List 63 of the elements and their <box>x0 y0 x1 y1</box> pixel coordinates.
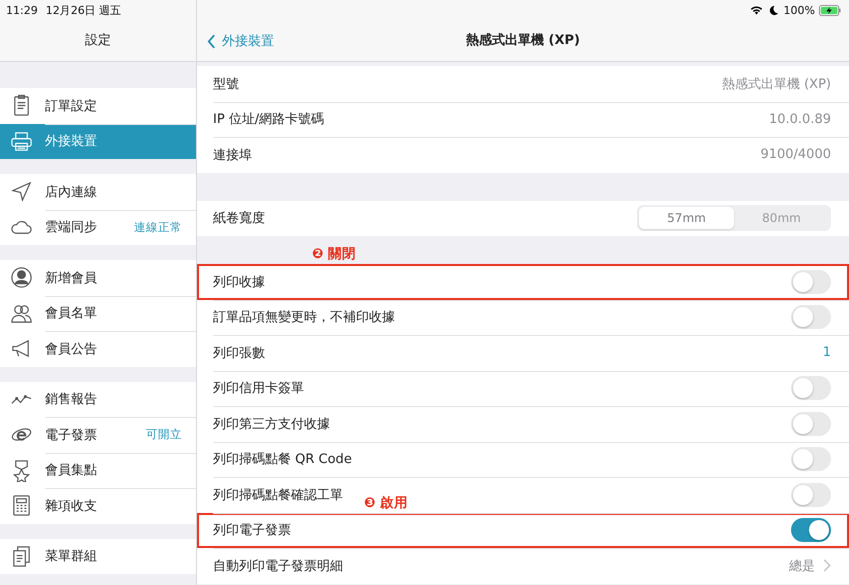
sidebar-item[interactable]: 會員名單 <box>0 296 196 331</box>
sidebar-item[interactable]: 雜項收支 <box>0 488 196 524</box>
setting-value: 熱感式出單機 (XP) <box>722 76 831 93</box>
toggle-switch[interactable] <box>791 270 831 294</box>
setting-label: 列印掃碼點餐 QR Code <box>213 451 352 468</box>
annotation-label: ❷ 關閉 <box>312 245 356 264</box>
status-time: 11:29 <box>6 4 38 16</box>
sidebar-item-label: 店內連線 <box>45 184 98 201</box>
sidebar-item-label: 會員集點 <box>45 462 98 480</box>
sidebar-item[interactable]: 電子發票 可開立 <box>0 417 196 452</box>
setting-label: 列印掃碼點餐確認工單 <box>213 486 343 504</box>
wifi-icon <box>750 4 763 16</box>
battery-percent: 100% <box>784 4 815 16</box>
sidebar-item-label: 會員公告 <box>45 340 98 358</box>
sidebar-item[interactable]: 銷售報告 <box>0 382 196 417</box>
sidebar-item-label: 銷售報告 <box>45 391 98 408</box>
setting-label: 列印信用卡簽單 <box>213 380 304 398</box>
setting-label: 列印電子發票 <box>213 522 291 540</box>
setting-value: 10.0.0.89 <box>768 112 831 127</box>
toggle-switch[interactable] <box>791 412 831 436</box>
sidebar-item[interactable]: 雲端同步 連線正常 <box>0 210 196 245</box>
sidebar-item-label: 雜項收支 <box>45 498 98 515</box>
setting-label: 紙卷寬度 <box>213 210 265 228</box>
sidebar-item-label: 訂單設定 <box>45 98 98 115</box>
status-date: 12月26日 週五 <box>46 2 122 18</box>
sidebar-item[interactable]: 會員公告 <box>0 331 196 366</box>
setting-label: 列印收據 <box>213 274 265 291</box>
setting-label: 列印第三方支付收據 <box>213 416 330 433</box>
sidebar-item[interactable]: 新增會員 <box>0 260 196 296</box>
sidebar-item-label: 外接裝置 <box>45 133 98 150</box>
sidebar-item[interactable]: 會員集點 <box>0 452 196 488</box>
setting-label: 列印張數 <box>213 344 265 362</box>
page-title: 熱感式出單機 (XP) <box>466 33 580 48</box>
setting-label: 型號 <box>213 76 239 93</box>
battery-charging-icon <box>819 4 841 16</box>
sidebar-item-label: 菜單群組 <box>45 548 98 566</box>
setting-label: 訂單品項無變更時，不補印收據 <box>213 309 395 326</box>
setting-label: 自動列印電子發票明細 <box>213 558 343 575</box>
annotation-label: ❸ 啟用 <box>364 494 408 512</box>
sidebar-item-label: 新增會員 <box>45 270 98 287</box>
sidebar-item[interactable]: 訂單設定 <box>0 88 196 124</box>
chevron-right-icon[interactable] <box>823 559 831 572</box>
toggle-switch[interactable] <box>791 447 831 472</box>
setting-label: IP 位址/網路卡號碼 <box>213 111 324 128</box>
sidebar-item-label: 會員名單 <box>45 305 98 322</box>
toggle-switch[interactable] <box>791 376 831 400</box>
setting-label: 連接埠 <box>213 146 252 164</box>
sidebar-title: 設定 <box>85 33 111 48</box>
status-text: 可開立 <box>146 427 182 442</box>
sidebar-item-label: 電子發票 <box>45 426 98 444</box>
sidebar-item[interactable]: 菜單群組 <box>0 538 196 574</box>
setting-value: 9100/4000 <box>760 147 831 162</box>
status-text: 連線正常 <box>134 220 182 235</box>
toggle-switch[interactable] <box>791 482 831 507</box>
person-circle-icon <box>10 266 33 290</box>
location-arrow-icon <box>10 180 33 204</box>
chevron-left-icon <box>207 34 216 48</box>
toggle-switch[interactable] <box>791 305 831 330</box>
printer-icon <box>10 130 33 153</box>
sidebar-item[interactable]: 店內連線 <box>0 174 196 210</box>
toggle-switch[interactable] <box>791 518 831 542</box>
sidebar-item-label: 雲端同步 <box>45 219 98 236</box>
segment-option[interactable]: 57mm <box>639 207 734 230</box>
